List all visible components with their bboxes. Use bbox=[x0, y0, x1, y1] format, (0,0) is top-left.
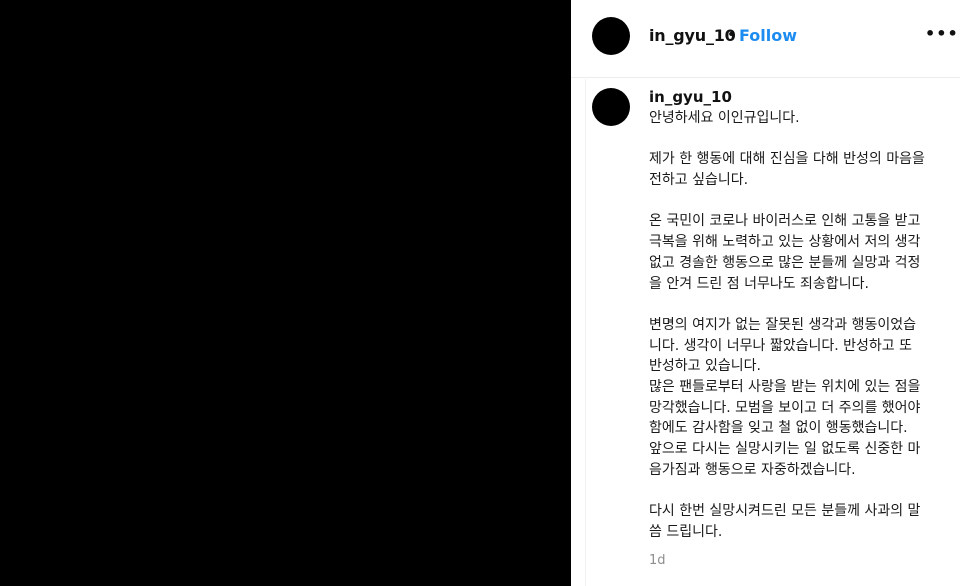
caption-line: 음가짐과 행동으로 자중하겠습니다. bbox=[649, 461, 856, 478]
caption-line: 온 국민이 코로나 바이러스로 인해 고통을 받고 bbox=[649, 213, 921, 230]
caption-line: 을 안겨 드린 점 너무나도 죄송합니다. bbox=[649, 275, 869, 292]
caption-line: 변명의 여지가 없는 잘못된 생각과 행동이었습 bbox=[649, 316, 916, 333]
post-window: in_gyu_10 • Follow ••• in_gyu_10 안녕하세요 이… bbox=[0, 0, 960, 586]
caption-line: 함에도 감사함을 잊고 철 없이 행동했습니다. bbox=[649, 420, 908, 437]
caption-line bbox=[649, 191, 954, 212]
caption-line bbox=[649, 129, 954, 150]
caption-line: 극복을 위해 노력하고 있는 상황에서 저의 생각 bbox=[649, 234, 921, 251]
caption-line bbox=[649, 480, 954, 501]
caption-line: 씀 드립니다. bbox=[649, 523, 723, 540]
more-options-icon[interactable]: ••• bbox=[925, 24, 959, 43]
caption-line: 다시 한번 실망시켜드린 모든 분들께 사과의 말 bbox=[649, 503, 921, 520]
caption-line: 안녕하세요 이인규입니다. bbox=[649, 110, 800, 126]
caption-line: 반성하고 있습니다. bbox=[649, 358, 761, 375]
caption-line: 니다. 생각이 너무나 짧았습니다. 반성하고 또 bbox=[649, 337, 912, 354]
post-image[interactable] bbox=[0, 0, 571, 586]
caption-line: 전하고 싶습니다. bbox=[649, 172, 749, 189]
post-header: in_gyu_10 • Follow ••• bbox=[571, 0, 960, 78]
caption-line: 제가 한 행동에 대해 진심을 다해 반성의 마음을 bbox=[649, 151, 925, 168]
separator-dot: • bbox=[727, 27, 736, 43]
profile-avatar[interactable] bbox=[592, 17, 630, 55]
timestamp[interactable]: 1d bbox=[649, 553, 666, 568]
caption-line: 많은 팬들로부터 사랑을 받는 위치에 있는 점을 bbox=[649, 378, 921, 395]
comment-username[interactable]: in_gyu_10 bbox=[649, 88, 732, 106]
caption-line: 앞으로 다시는 실망시키는 일 없도록 신중한 마 bbox=[649, 441, 921, 457]
comment-avatar[interactable] bbox=[592, 88, 630, 126]
header-username[interactable]: in_gyu_10 bbox=[649, 26, 736, 45]
caption-text: 안녕하세요 이인규입니다. 제가 한 행동에 대해 진심을 다해 반성의 마음을… bbox=[649, 108, 954, 542]
post-side-panel: in_gyu_10 • Follow ••• in_gyu_10 안녕하세요 이… bbox=[571, 0, 960, 586]
caption-line bbox=[649, 294, 954, 315]
caption-line: 망각했습니다. 모범을 보이고 더 주의를 했어야 bbox=[649, 399, 921, 416]
follow-button[interactable]: Follow bbox=[739, 26, 797, 45]
caption-comment: in_gyu_10 안녕하세요 이인규입니다. 제가 한 행동에 대해 진심을 … bbox=[571, 86, 960, 586]
caption-line: 없고 경솔한 행동으로 많은 분들께 실망과 걱정 bbox=[649, 254, 921, 271]
